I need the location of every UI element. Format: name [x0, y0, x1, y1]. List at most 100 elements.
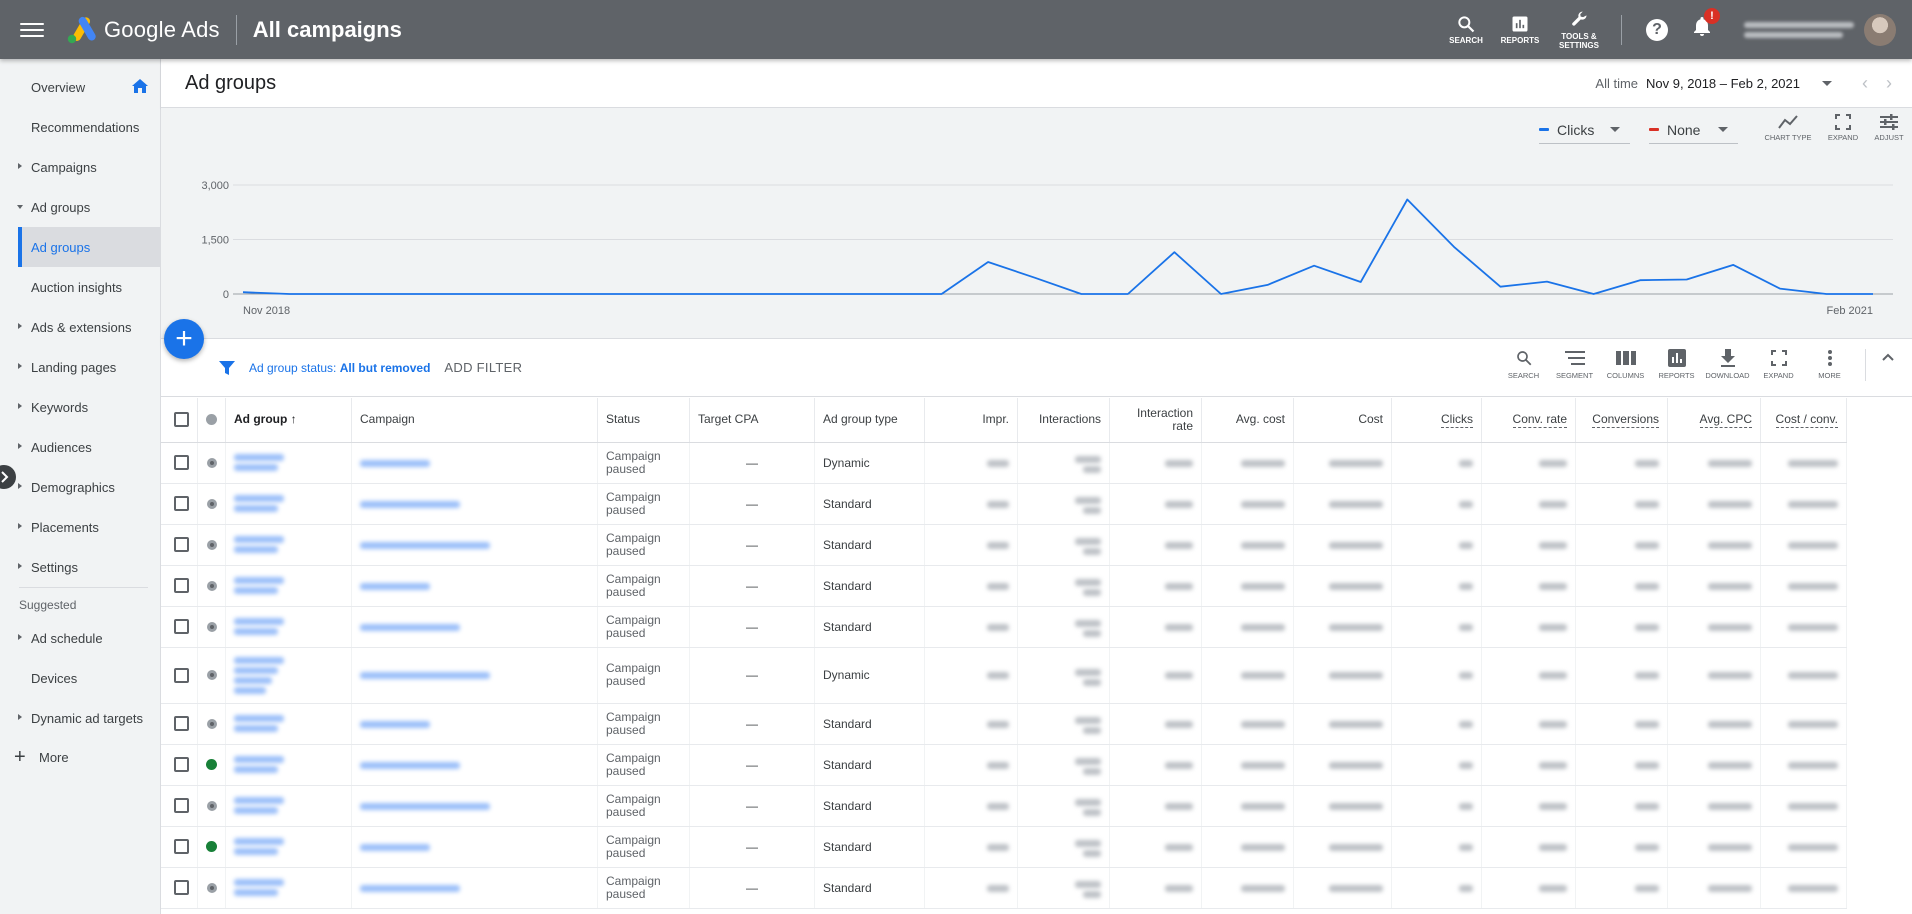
row-checkbox[interactable] [174, 537, 189, 552]
redacted-link[interactable] [234, 656, 343, 694]
redacted-link[interactable] [234, 797, 343, 814]
col-interaction-rate[interactable]: Interaction rate [1109, 398, 1202, 443]
redacted-link[interactable] [234, 756, 343, 773]
account-info[interactable] [1744, 21, 1854, 38]
col-ad-group-type[interactable]: Ad group type [814, 398, 925, 443]
sidebar-item-recommendations[interactable]: Recommendations [0, 107, 160, 147]
row-select-cell[interactable] [161, 442, 198, 484]
sidebar-item-demographics[interactable]: Demographics [0, 467, 160, 507]
redacted-link[interactable] [360, 802, 490, 810]
campaign-name-link[interactable] [351, 744, 598, 786]
col-conversions[interactable]: Conversions [1575, 398, 1668, 443]
table-row[interactable]: Campaign paused — Standard [161, 606, 1847, 648]
row-select-cell[interactable] [161, 744, 198, 786]
top-search-button[interactable]: SEARCH [1439, 14, 1493, 45]
sidebar-item-dynamic-ad-targets[interactable]: Dynamic ad targets [0, 698, 160, 738]
status-dot-icon[interactable] [206, 621, 217, 632]
avatar[interactable] [1864, 13, 1896, 46]
table-row[interactable]: Campaign paused — Standard [161, 565, 1847, 607]
row-checkbox[interactable] [174, 619, 189, 634]
status-dot-icon[interactable] [206, 670, 217, 680]
campaign-name-link[interactable] [351, 483, 598, 525]
redacted-link[interactable] [360, 623, 460, 631]
col-conv-rate[interactable]: Conv. rate [1481, 398, 1576, 443]
table-row[interactable]: Campaign paused — Standard [161, 524, 1847, 566]
table-expand-button[interactable]: EXPAND [1753, 349, 1804, 380]
table-row[interactable]: Campaign paused — Standard [161, 483, 1847, 525]
sidebar-item-settings[interactable]: Settings [0, 547, 160, 587]
col-avg-cost[interactable]: Avg. cost [1201, 398, 1294, 443]
redacted-link[interactable] [360, 582, 430, 590]
redacted-link[interactable] [234, 715, 343, 732]
status-dot-icon[interactable] [206, 580, 217, 591]
row-select-cell[interactable] [161, 785, 198, 827]
metric-select-secondary[interactable]: None [1649, 116, 1739, 144]
ad-group-name-link[interactable] [225, 867, 352, 909]
row-status-dot-cell[interactable] [197, 826, 226, 868]
col-ad-group[interactable]: Ad group ↑ [225, 398, 352, 443]
ad-group-name-link[interactable] [225, 785, 352, 827]
redacted-link[interactable] [360, 843, 430, 851]
campaign-name-link[interactable] [351, 647, 598, 704]
row-select-cell[interactable] [161, 826, 198, 868]
ad-group-name-link[interactable] [225, 744, 352, 786]
status-dot-icon[interactable] [206, 498, 217, 509]
status-dot-icon[interactable] [206, 841, 217, 852]
ad-group-name-link[interactable] [225, 826, 352, 868]
row-status-dot-cell[interactable] [197, 867, 226, 909]
row-checkbox[interactable] [174, 839, 189, 854]
sidebar-item-campaigns[interactable]: Campaigns [0, 147, 160, 187]
row-select-cell[interactable] [161, 606, 198, 648]
redacted-link[interactable] [360, 761, 460, 769]
ad-group-name-link[interactable] [225, 524, 352, 566]
top-tools-button[interactable]: TOOLS & SETTINGS [1547, 10, 1611, 50]
redacted-link[interactable] [360, 884, 460, 892]
ad-group-name-link[interactable] [225, 442, 352, 484]
table-reports-button[interactable]: REPORTS [1651, 349, 1702, 380]
metric-select-primary[interactable]: Clicks [1539, 116, 1631, 144]
table-row[interactable]: Campaign paused — Standard [161, 826, 1847, 868]
col-impr[interactable]: Impr. [924, 398, 1018, 443]
row-select-cell[interactable] [161, 647, 198, 704]
ad-group-name-link[interactable] [225, 606, 352, 648]
add-filter-button[interactable]: ADD FILTER [444, 360, 522, 375]
segment-button[interactable]: SEGMENT [1549, 349, 1600, 380]
row-checkbox[interactable] [174, 667, 189, 683]
top-reports-button[interactable]: REPORTS [1493, 14, 1547, 45]
row-select-cell[interactable] [161, 524, 198, 566]
col-clicks[interactable]: Clicks [1391, 398, 1482, 443]
campaign-name-link[interactable] [351, 606, 598, 648]
table-row[interactable]: Campaign paused — Standard [161, 703, 1847, 745]
menu-icon[interactable] [20, 22, 44, 37]
row-status-dot-cell[interactable] [197, 744, 226, 786]
col-cost[interactable]: Cost [1293, 398, 1392, 443]
sidebar-item-keywords[interactable]: Keywords [0, 387, 160, 427]
sidebar-subitem-auction-insights[interactable]: Auction insights [18, 267, 160, 307]
sidebar-subitem-ad-groups[interactable]: Ad groups [18, 227, 160, 267]
chart-expand-button[interactable]: EXPAND [1820, 114, 1866, 142]
table-row[interactable]: Campaign paused — Standard [161, 744, 1847, 786]
row-checkbox[interactable] [174, 496, 189, 511]
sidebar-item-ad-schedule[interactable]: Ad schedule [0, 618, 160, 658]
series-line-clicks[interactable] [242, 198, 1873, 295]
row-checkbox[interactable] [174, 716, 189, 731]
status-dot-icon[interactable] [206, 759, 217, 770]
status-dot-icon[interactable] [206, 718, 217, 729]
select-all-checkbox[interactable] [174, 412, 189, 428]
col-cost-per-conv[interactable]: Cost / conv. [1760, 398, 1847, 443]
download-button[interactable]: DOWNLOAD [1702, 349, 1753, 380]
sidebar-item-overview[interactable]: Overview [0, 67, 160, 107]
row-checkbox[interactable] [174, 798, 189, 813]
row-status-dot-cell[interactable] [197, 785, 226, 827]
col-target-cpa[interactable]: Target CPA [689, 398, 815, 443]
campaign-name-link[interactable] [351, 703, 598, 745]
campaign-name-link[interactable] [351, 785, 598, 827]
redacted-link[interactable] [234, 879, 343, 896]
row-status-dot-cell[interactable] [197, 647, 226, 704]
sidebar-more[interactable]: + More [0, 738, 160, 776]
row-checkbox[interactable] [174, 757, 189, 772]
row-status-dot-cell[interactable] [197, 483, 226, 525]
col-campaign[interactable]: Campaign [351, 398, 598, 443]
redacted-link[interactable] [234, 618, 343, 635]
redacted-link[interactable] [360, 720, 430, 728]
